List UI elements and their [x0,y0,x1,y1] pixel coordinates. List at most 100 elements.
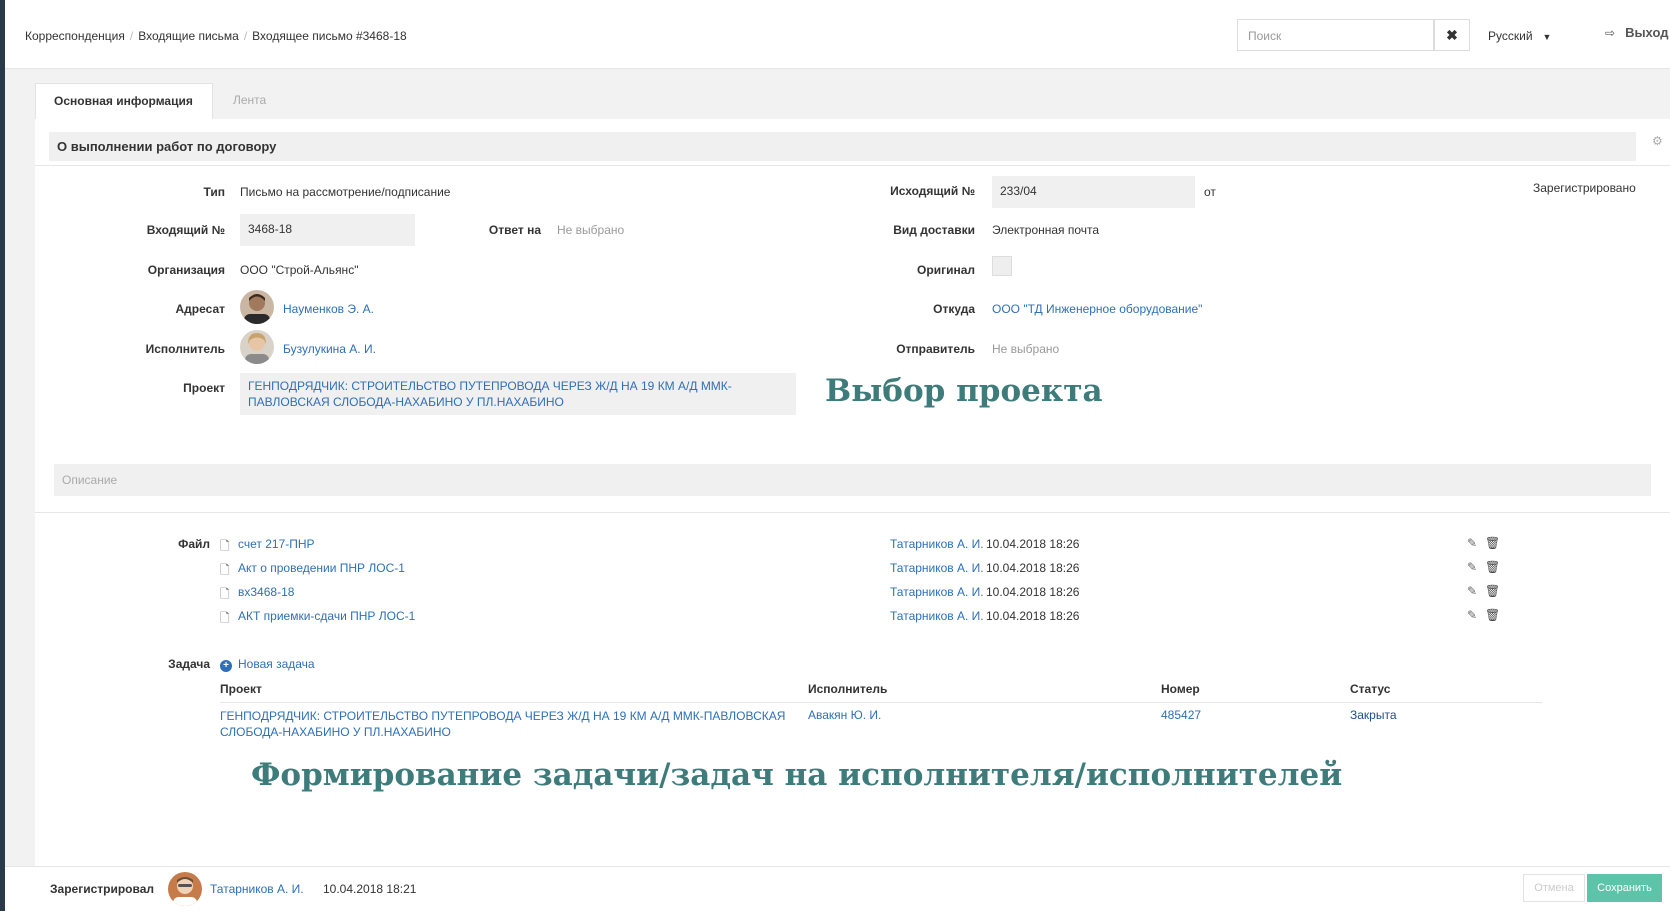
logout-button[interactable]: ⇨ Выход [1605,25,1668,40]
annotation-project-choice: Выбор проекта [825,373,1103,409]
file-icon: 🗋 [220,563,230,577]
close-icon[interactable]: ✖ [1434,19,1470,51]
outgoing-number-label: Исходящий № [890,184,975,198]
sender-value[interactable]: Не выбрано [992,342,1059,356]
file-uploader[interactable]: Татарников А. И. [890,585,984,599]
table-header-divider [220,702,1542,703]
edit-icon[interactable]: ✎ [1467,584,1477,598]
content-panel: О выполнении работ по договору ⚙ Тип Пис… [35,119,1670,919]
reply-to-value[interactable]: Не выбрано [557,223,624,237]
file-row: 🗋 Акт о проведении ПНР ЛОС-1 Татарников … [35,560,1670,579]
original-label: Оригинал [917,263,975,277]
trash-icon[interactable]: 🗑 [1485,608,1500,622]
addressee-avatar [240,290,274,324]
project-field[interactable]: ГЕНПОДРЯДЧИК: СТРОИТЕЛЬСТВО ПУТЕПРОВОДА … [240,373,796,415]
file-name[interactable]: вх3468-18 [238,585,294,599]
registered-by-user[interactable]: Татарников А. И. [210,882,304,896]
footer-bar: Зарегистрировал Татарников А. И. 10.04.2… [5,866,1670,912]
file-icon: 🗋 [220,539,230,553]
tab-feed[interactable]: Лента [233,83,266,119]
file-date: 10.04.2018 18:26 [986,585,1080,599]
type-label: Тип [203,185,226,199]
trash-icon[interactable]: 🗑 [1485,584,1500,598]
letter-subject: О выполнении работ по договору [49,132,1636,161]
edit-icon[interactable]: ✎ [1467,536,1477,550]
file-name[interactable]: АКТ приемки-сдачи ПНР ЛОС-1 [238,609,415,623]
organization-value[interactable]: ООО "Строй-Альянс" [240,263,358,277]
registered-by-avatar [168,872,202,906]
file-icon: 🗋 [220,611,230,625]
trash-icon[interactable]: 🗑 [1485,536,1500,550]
edit-icon[interactable]: ✎ [1467,560,1477,574]
settings-icon[interactable]: ⚙ [1652,134,1663,148]
new-task-button[interactable]: + Новая задача [220,657,315,672]
file-row: 🗋 АКТ приемки-сдачи ПНР ЛОС-1 Татарников… [35,608,1670,627]
description-field[interactable]: Описание [54,464,1651,496]
status-label: Зарегистрировано [1533,181,1636,195]
divider [35,165,1670,166]
task-number[interactable]: 485427 [1161,708,1201,722]
language-select[interactable]: Русский ▼ [1488,29,1551,43]
file-row: 🗋 вх3468-18 Татарников А. И. 10.04.2018 … [35,584,1670,603]
executor-value[interactable]: Бузулукина А. И. [283,342,376,356]
file-row: 🗋 счет 217-ПНР Татарников А. И. 10.04.20… [35,536,1670,555]
from-label: Откуда [933,302,975,316]
trash-icon[interactable]: 🗑 [1485,560,1500,574]
column-header-number: Номер [1161,682,1200,696]
file-date: 10.04.2018 18:26 [986,537,1080,551]
registered-by-label: Зарегистрировал [50,882,155,896]
outgoing-from-label: от [1204,185,1216,199]
divider [35,512,1670,513]
main-area: Основная информация Лента О выполнении р… [5,69,1670,919]
breadcrumb-item-current: Входящее письмо #3468-18 [252,29,407,43]
annotation-task-forming: Формирование задачи/задач на исполнителя… [251,757,1343,793]
original-checkbox[interactable] [992,256,1012,276]
logout-icon: ⇨ [1605,26,1616,40]
incoming-number-field[interactable]: 3468-18 [240,214,415,246]
delivery-type-value[interactable]: Электронная почта [992,223,1099,237]
task-project[interactable]: ГЕНПОДРЯДЧИК: СТРОИТЕЛЬСТВО ПУТЕПРОВОДА … [220,708,800,740]
edit-icon[interactable]: ✎ [1467,608,1477,622]
file-uploader[interactable]: Татарников А. И. [890,609,984,623]
file-icon: 🗋 [220,587,230,601]
tab-main-info[interactable]: Основная информация [35,83,213,119]
breadcrumb-separator: / [129,29,134,43]
executor-avatar [240,330,274,364]
addressee-label: Адресат [175,302,226,316]
breadcrumb-separator: / [243,29,248,43]
file-uploader[interactable]: Татарников А. И. [890,561,984,575]
breadcrumb-item-correspondence[interactable]: Корреспонденция [25,29,125,43]
executor-label: Исполнитель [145,342,225,356]
outgoing-number-field[interactable]: 233/04 [992,176,1195,208]
organization-label: Организация [147,263,225,277]
language-label: Русский [1488,29,1533,43]
sender-label: Отправитель [896,342,975,356]
file-name[interactable]: счет 217-ПНР [238,537,315,551]
save-button[interactable]: Сохранить [1587,874,1662,902]
task-status[interactable]: Закрыта [1350,708,1397,722]
file-date: 10.04.2018 18:26 [986,561,1080,575]
task-executor[interactable]: Авакян Ю. И. [808,708,881,722]
new-task-label: Новая задача [238,657,315,671]
from-value[interactable]: ООО "ТД Инженерное оборудование" [992,302,1202,316]
file-uploader[interactable]: Татарников А. И. [890,537,984,551]
reply-to-label: Ответ на [488,223,541,237]
breadcrumb: Корреспонденция / Входящие письма / Входящее… [25,29,407,43]
column-header-status: Статус [1350,682,1391,696]
logout-label: Выход [1625,25,1669,40]
caret-down-icon: ▼ [1542,32,1552,42]
type-value[interactable]: Письмо на рассмотрение/подписание [240,185,450,199]
top-bar: Корреспонденция / Входящие письма / Входящее… [5,0,1670,69]
cancel-button[interactable]: Отмена [1523,874,1585,902]
registered-date: 10.04.2018 18:21 [323,882,417,896]
file-name[interactable]: Акт о проведении ПНР ЛОС-1 [238,561,405,575]
plus-circle-icon: + [220,660,232,672]
column-header-executor: Исполнитель [808,682,888,696]
column-header-project: Проект [220,682,262,696]
delivery-type-label: Вид доставки [893,223,975,237]
incoming-number-label: Входящий № [146,223,225,237]
file-date: 10.04.2018 18:26 [986,609,1080,623]
search-input[interactable]: Поиск [1237,19,1434,51]
addressee-value[interactable]: Науменков Э. А. [283,302,374,316]
breadcrumb-item-incoming[interactable]: Входящие письма [138,29,239,43]
